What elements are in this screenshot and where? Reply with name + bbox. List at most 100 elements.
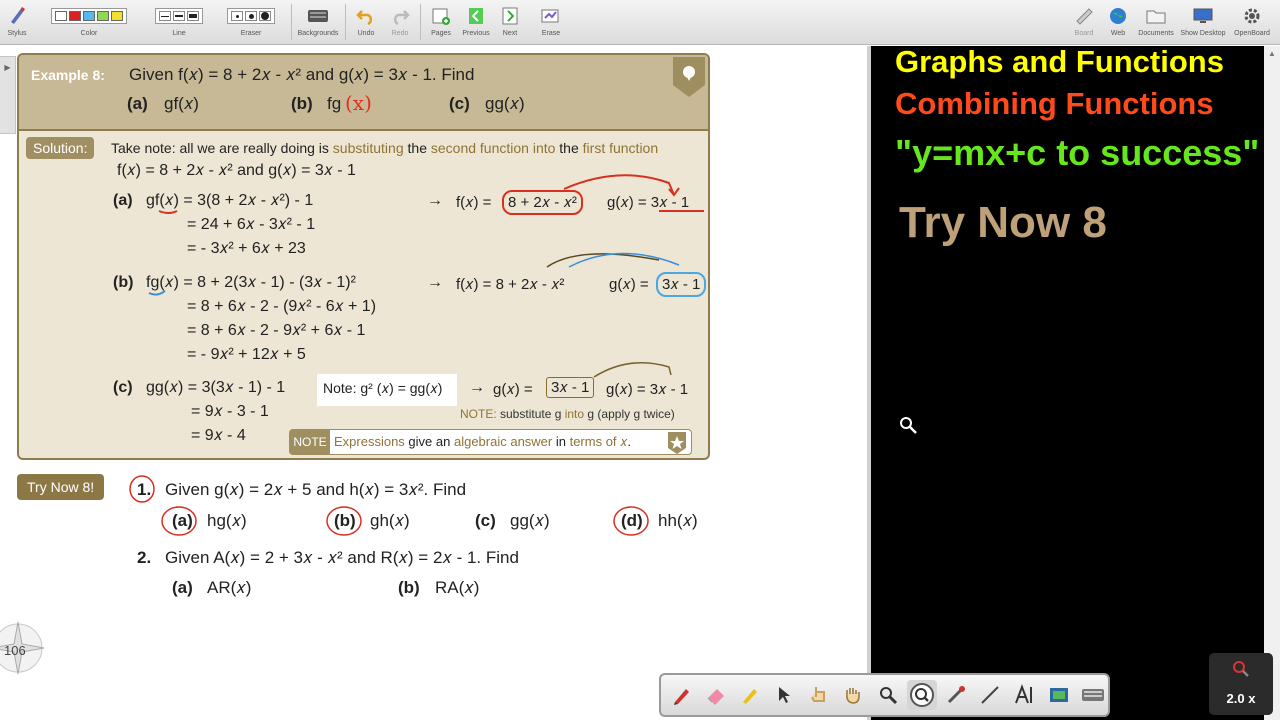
eraser-large-option[interactable] bbox=[259, 11, 271, 21]
line-medium-option[interactable] bbox=[173, 11, 185, 21]
stylus-icon bbox=[11, 7, 25, 24]
eraser-tool-button[interactable] bbox=[701, 680, 730, 710]
eraser-icon bbox=[707, 689, 724, 705]
board-mode-button[interactable]: Board bbox=[1068, 0, 1100, 45]
zoom-out-icon bbox=[909, 683, 934, 707]
laser-icon bbox=[948, 686, 966, 704]
color-swatch-blue[interactable] bbox=[83, 11, 95, 21]
pointer-icon bbox=[778, 687, 790, 703]
pen-tool-button[interactable] bbox=[667, 680, 696, 710]
pan-hand-icon bbox=[846, 688, 861, 704]
previous-page-button[interactable]: Previous bbox=[460, 0, 492, 45]
q1c-label: (c) bbox=[475, 511, 496, 530]
main-toolbar: Stylus Color Line Eraser Backgrounds Und… bbox=[0, 0, 1280, 45]
interact-tool-button[interactable] bbox=[804, 680, 833, 710]
keyboard-grid-icon bbox=[308, 10, 328, 22]
zoom-in-icon bbox=[879, 687, 897, 705]
eraser-small-option[interactable] bbox=[231, 11, 243, 21]
zoom-indicator: 2.0 x bbox=[1209, 653, 1273, 715]
pan-tool-button[interactable] bbox=[839, 680, 868, 710]
eraser-medium-option[interactable] bbox=[245, 11, 257, 21]
color-swatch-yellow[interactable] bbox=[111, 11, 123, 21]
zoom-cursor-icon bbox=[900, 417, 917, 434]
highlighter-icon bbox=[743, 689, 758, 704]
line-width-picker[interactable]: Line bbox=[149, 0, 209, 45]
color-swatch-white[interactable] bbox=[55, 11, 67, 21]
board-title-combining: Combining Functions bbox=[895, 86, 1214, 121]
text-tool-button[interactable] bbox=[1010, 680, 1039, 710]
try-now-label: Try Now 8! bbox=[17, 474, 105, 500]
pen-icon bbox=[673, 689, 689, 705]
color-swatch-green[interactable] bbox=[97, 11, 109, 21]
line-icon bbox=[981, 686, 1000, 704]
board-scrollbar[interactable]: ▲ bbox=[1264, 46, 1280, 720]
gear-icon bbox=[1244, 8, 1260, 24]
text-icon bbox=[1014, 684, 1032, 704]
zoom-level-icon bbox=[1233, 661, 1249, 677]
undo-button[interactable]: Undo bbox=[352, 0, 380, 45]
capture-icon bbox=[1050, 688, 1069, 702]
q2a-text: AR(𝑥) bbox=[207, 578, 252, 597]
page-number: 106 bbox=[4, 643, 26, 658]
erase-annotations-icon bbox=[541, 9, 559, 23]
board-title-slogan: "y=mx+c to success" bbox=[895, 132, 1260, 173]
undo-icon bbox=[356, 10, 373, 25]
monitor-icon bbox=[1193, 8, 1213, 23]
scroll-up-icon[interactable]: ▲ bbox=[1264, 49, 1280, 58]
example-box: Example 8: Given f(𝑥) = 8 + 2𝑥 - 𝑥² and … bbox=[17, 53, 710, 460]
pointer-tool-button[interactable] bbox=[770, 680, 799, 710]
documents-mode-button[interactable]: Documents bbox=[1136, 0, 1176, 45]
erase-button[interactable]: Erase bbox=[537, 0, 565, 45]
annotation-layer bbox=[148, 174, 704, 378]
next-icon bbox=[502, 7, 518, 25]
q1d-text: hh(𝑥) bbox=[658, 511, 698, 530]
redo-icon bbox=[393, 10, 410, 25]
board-icon bbox=[1076, 8, 1093, 25]
eraser-size-picker[interactable]: Eraser bbox=[220, 0, 282, 45]
page-collapse-tab[interactable]: ▶ bbox=[0, 56, 16, 134]
q2-text: Given A(𝑥) = 2 + 3𝑥 - 𝑥² and R(𝑥) = 2𝑥 -… bbox=[165, 548, 519, 567]
q1b-text: gh(𝑥) bbox=[370, 511, 410, 530]
q2b-text: RA(𝑥) bbox=[435, 578, 480, 597]
redo-button[interactable]: Redo bbox=[386, 0, 414, 45]
q1a-text: hg(𝑥) bbox=[207, 511, 247, 530]
previous-icon bbox=[469, 8, 483, 24]
show-desktop-button[interactable]: Show Desktop bbox=[1178, 0, 1228, 45]
document-page[interactable]: ▶ Example 8: Given f(𝑥) = 8 + 2𝑥 - 𝑥² an… bbox=[0, 46, 867, 720]
q2a-label: (a) bbox=[172, 578, 193, 597]
highlighter-tool-button[interactable] bbox=[736, 680, 765, 710]
board-title-graphs: Graphs and Functions bbox=[895, 46, 1224, 79]
zoom-in-tool-button[interactable] bbox=[873, 680, 902, 710]
board-title-try-now: Try Now 8 bbox=[899, 198, 1107, 247]
zoom-level-label: 2.0 x bbox=[1226, 691, 1256, 706]
keyboard-tool-button[interactable] bbox=[1079, 680, 1108, 710]
openboard-menu-button[interactable]: OpenBoard bbox=[1230, 0, 1274, 45]
line-tool-button[interactable] bbox=[976, 680, 1005, 710]
stylus-button[interactable]: Stylus bbox=[4, 0, 30, 45]
q1-text: Given g(𝑥) = 2𝑥 + 5 and h(𝑥) = 3𝑥². Find bbox=[165, 480, 467, 499]
line-thin-option[interactable] bbox=[159, 11, 171, 21]
zoom-out-tool-button[interactable] bbox=[907, 680, 937, 710]
q1c-text: gg(𝑥) bbox=[510, 511, 550, 530]
color-swatch-red[interactable] bbox=[69, 11, 81, 21]
q2-number: 2. bbox=[137, 548, 152, 567]
tool-palette bbox=[659, 673, 1110, 717]
expand-arrow-icon: ▶ bbox=[4, 63, 11, 72]
web-mode-button[interactable]: Web bbox=[1104, 0, 1132, 45]
keyboard-icon bbox=[1082, 689, 1105, 701]
globe-icon bbox=[1110, 8, 1126, 24]
q2b-label: (b) bbox=[398, 578, 420, 597]
line-thick-option[interactable] bbox=[187, 11, 199, 21]
interact-hand-icon bbox=[811, 687, 825, 702]
q1b-label: (b) bbox=[334, 511, 356, 530]
q1d-label: (d) bbox=[621, 511, 643, 530]
pages-button[interactable]: Pages bbox=[426, 0, 456, 45]
color-picker[interactable]: Color bbox=[38, 0, 140, 45]
capture-tool-button[interactable] bbox=[1044, 680, 1073, 710]
board-panel[interactable]: Graphs and Functions Combining Functions… bbox=[867, 46, 1280, 720]
backgrounds-button[interactable]: Backgrounds bbox=[296, 0, 340, 45]
next-page-button[interactable]: Next bbox=[497, 0, 523, 45]
add-page-icon bbox=[432, 8, 450, 25]
q1-number: 1. bbox=[137, 480, 152, 499]
laser-tool-button[interactable] bbox=[942, 680, 971, 710]
